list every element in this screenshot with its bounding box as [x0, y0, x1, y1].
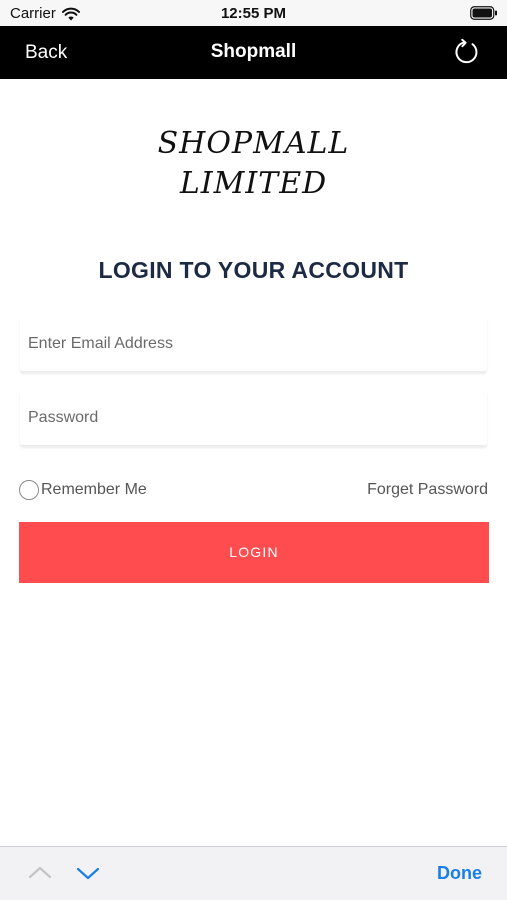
chevron-down-icon[interactable]: [76, 863, 100, 883]
email-field-container: [20, 316, 487, 372]
status-time: 12:55 PM: [220, 5, 287, 22]
remember-me-label: Remember Me: [41, 481, 147, 498]
battery-icon: [470, 6, 498, 25]
password-field-container: [20, 390, 487, 446]
nav-title: Shopmall: [210, 41, 297, 62]
login-button[interactable]: LOGIN: [19, 522, 489, 583]
remember-me-toggle[interactable]: Remember Me: [19, 480, 147, 500]
status-bar: Carrier 12:55 PM: [0, 0, 507, 26]
done-button[interactable]: Done: [437, 863, 482, 884]
forget-password-link[interactable]: Forget Password: [367, 481, 488, 499]
page-heading: LOGIN TO YOUR ACCOUNT: [98, 257, 409, 283]
shopmall-logo: SHOPMALL LIMITED: [0, 124, 507, 204]
refresh-icon[interactable]: [453, 38, 481, 66]
password-field[interactable]: [20, 390, 487, 445]
logo-line-2: LIMITED: [179, 166, 328, 201]
chevron-up-icon[interactable]: [28, 863, 52, 883]
email-field[interactable]: [20, 316, 487, 371]
keyboard-accessory-bar: Done: [0, 846, 507, 900]
remember-me-radio[interactable]: [19, 480, 39, 500]
login-screen: Carrier 12:55 PM Back Shopmall SHOPMALL …: [0, 0, 507, 900]
navigation-bar: Back Shopmall: [0, 26, 507, 79]
logo-line-1: SHOPMALL: [157, 126, 350, 161]
